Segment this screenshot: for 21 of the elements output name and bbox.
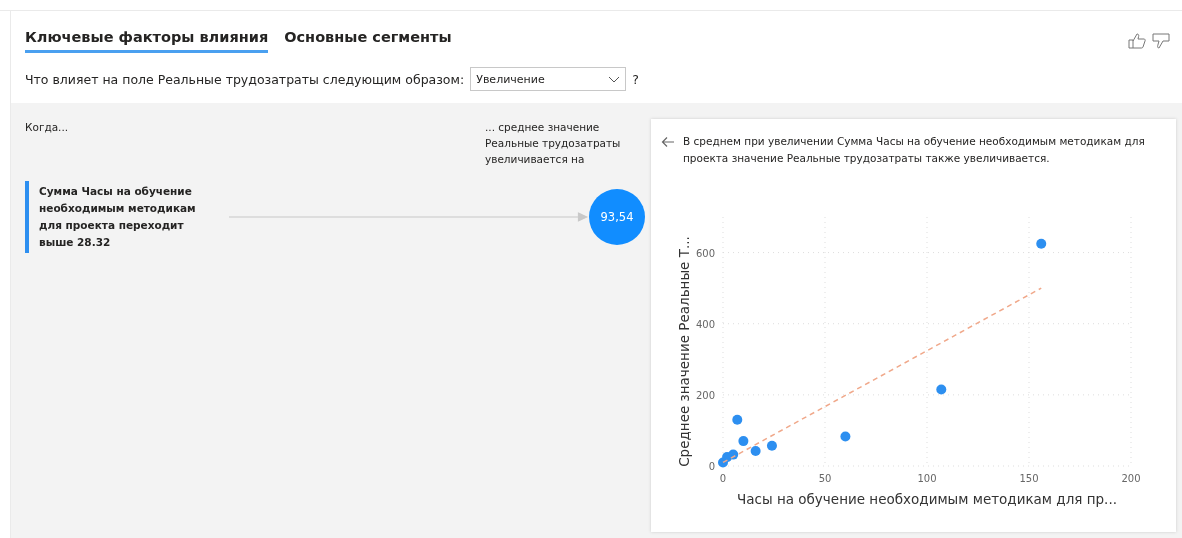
influencer-item[interactable]: Сумма Часы на обучение необходимым методикам для проекта переходит выше 28.32	[25, 181, 209, 253]
tab[interactable]: Основные сегменты	[284, 27, 452, 53]
y-tick-label: 400	[695, 318, 715, 330]
x-tick-label: 100	[917, 473, 937, 484]
y-tick-label: 600	[695, 247, 715, 259]
x-tick-label: 50	[818, 473, 832, 484]
x-tick-label: 0	[719, 473, 727, 484]
detail-description: В среднем при увеличении Сумма Часы на обучение необходимым методикам для проекта значение Реальные трудозатраты также увеличивается.	[683, 134, 1146, 166]
y-tick-label: 0	[708, 461, 715, 472]
question-label: Что влияет на поле Реальные трудозатраты следующим образом:	[25, 71, 465, 87]
effect-bubble: 93,54	[589, 189, 645, 245]
x-tick-label: 150	[1019, 473, 1039, 484]
column-header: ... среднее значение Реальные трудозатраты увеличивается на	[485, 120, 622, 167]
direction-dropdown[interactable]: Увеличение	[470, 67, 627, 91]
y-axis-title: Среднее значение Реальные Т...	[676, 236, 692, 467]
column-header: Когда...	[25, 120, 69, 135]
tab[interactable]: Ключевые факторы влияния	[25, 27, 269, 53]
x-tick-label: 200	[1121, 473, 1141, 484]
help-mark[interactable]: ?	[632, 71, 639, 87]
x-axis-title: Часы на обучение необходимым методикам для пр...	[737, 491, 1117, 507]
y-tick-label: 200	[695, 389, 715, 401]
